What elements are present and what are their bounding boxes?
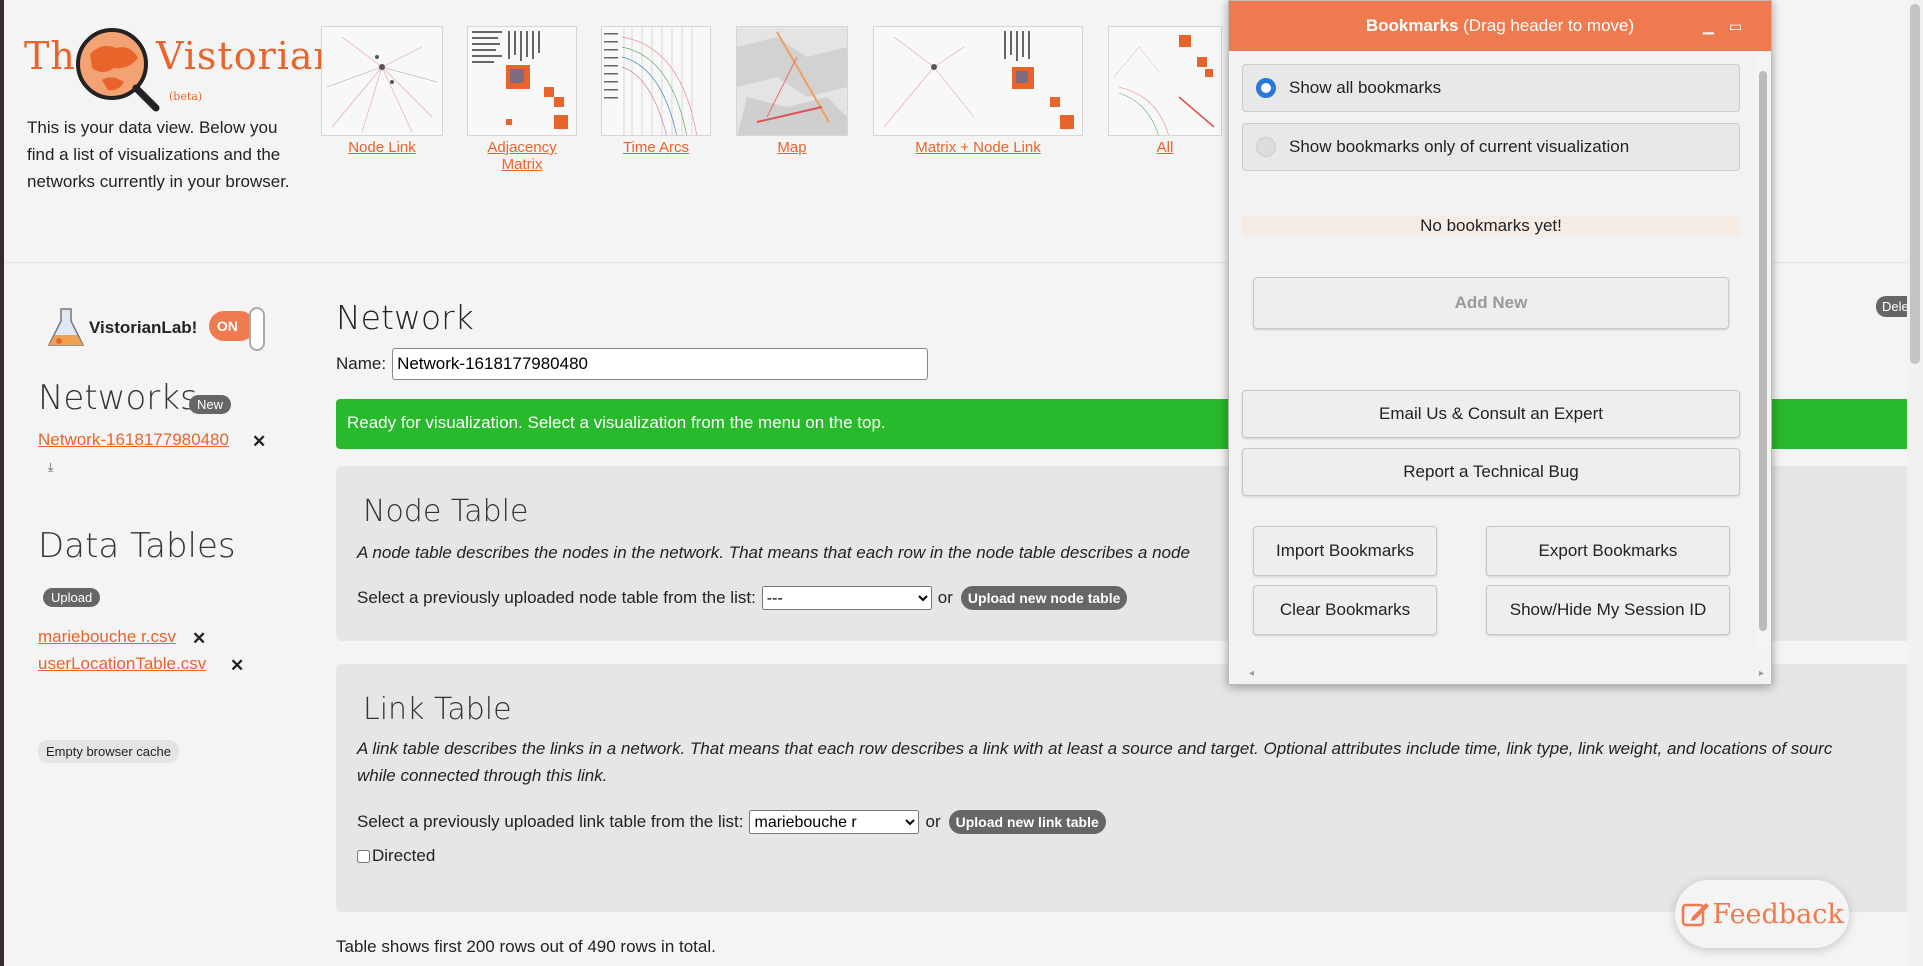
radio-show-all[interactable]: Show all bookmarks [1242,64,1740,112]
map-thumbnail[interactable] [736,26,848,136]
viz-link-map[interactable]: Map [736,139,848,156]
adjacency-matrix-thumbnail[interactable] [467,26,577,136]
bookmarks-vertical-scrollbar[interactable] [1756,55,1770,647]
directed-label: Directed [372,846,436,865]
link-table-title: Link Table [363,692,512,727]
node-table-select-label: Select a previously uploaded node table … [357,588,756,607]
vistorian-lab-label: VistorianLab! [89,318,198,337]
link-table-description: A link table describes the links in a ne… [357,739,1833,758]
or-text: or [937,588,953,607]
import-bookmarks-button[interactable]: Import Bookmarks [1253,526,1437,576]
no-bookmarks-message: No bookmarks yet! [1242,215,1740,237]
scroll-left-icon[interactable]: ◂ [1249,668,1254,679]
window-edge [0,0,4,966]
add-new-bookmark-button[interactable]: Add New [1253,277,1729,329]
bookmarks-title-hint: (Drag header to move) [1458,16,1635,35]
radio-show-current-label: Show bookmarks only of current visualiza… [1289,137,1630,156]
network-name-row: Name: [336,348,929,380]
clear-bookmarks-button[interactable]: Clear Bookmarks [1253,585,1437,635]
feedback-label: Feedback [1712,898,1844,930]
upload-link-table-button[interactable]: Upload new link table [948,810,1106,834]
radio-show-current[interactable]: Show bookmarks only of current visualiza… [1242,123,1740,171]
viz-time-arcs[interactable]: Time Arcs [601,26,711,156]
remove-table-icon[interactable]: ✕ [192,629,206,649]
link-table-select-label: Select a previously uploaded link table … [357,812,744,831]
link-table-panel: Link Table A link table describes the li… [336,664,1923,912]
table-link-mariebouche r[interactable]: mariebouche r.csv [38,627,176,647]
remove-network-icon[interactable]: ✕ [252,432,266,452]
network-name-input[interactable] [392,348,929,380]
upload-table-button[interactable]: Upload [43,588,101,607]
minimize-icon[interactable]: ▁ [1703,1,1714,51]
bookmarks-horizontal-scrollbar[interactable]: ◂ ▸ [1229,665,1764,683]
link-table-select-row: Select a previously uploaded link table … [357,810,1106,834]
viz-link-time-arcs[interactable]: Time Arcs [601,139,711,156]
viz-adjacency-matrix[interactable]: Adjacency Matrix [467,26,577,173]
viz-all[interactable]: All [1108,26,1222,156]
bookmarks-header[interactable]: Bookmarks (Drag header to move) ▁ ▭ [1229,1,1771,51]
node-link-thumbnail[interactable] [321,26,443,136]
beta-label: (beta) [169,90,203,103]
viz-matrix-node-link[interactable]: Matrix + Node Link [873,26,1083,156]
session-id-button[interactable]: Show/Hide My Session ID [1486,585,1730,635]
node-table-description: A node table describes the nodes in the … [357,543,1190,562]
bookmarks-dialog: Bookmarks (Drag header to move) ▁ ▭ Show… [1228,0,1772,685]
flask-icon [47,308,85,346]
directed-checkbox[interactable] [357,849,370,863]
link-table-description-2: while connected through this link. [357,766,608,785]
viz-link-node-link[interactable]: Node Link [321,139,443,156]
page-scrollbar[interactable] [1907,0,1923,966]
viz-node-link[interactable]: Node Link [321,26,443,156]
logo-text-right: Vistorian [156,34,340,78]
node-table-title: Node Table [363,494,529,529]
table-info-text: Table shows first 200 rows out of 490 ro… [336,937,716,956]
upload-node-table-button[interactable]: Upload new node table [960,586,1128,610]
feedback-button[interactable]: Feedback [1675,880,1849,948]
networks-heading: Networks [38,378,198,418]
edit-icon [1682,903,1710,927]
radio-show-all-label: Show all bookmarks [1289,78,1442,97]
download-icon[interactable]: ⤓ [48,460,53,475]
or-text: or [925,812,941,831]
viz-link-all[interactable]: All [1108,139,1222,156]
network-heading: Network [336,298,474,337]
email-expert-button[interactable]: Email Us & Consult an Expert [1242,390,1740,438]
vistorian-logo[interactable]: The Vistorian (beta) [24,22,338,112]
export-bookmarks-button[interactable]: Export Bookmarks [1486,526,1730,576]
time-arcs-thumbnail[interactable] [601,26,711,136]
viz-map[interactable]: Map [736,26,848,156]
matrix-node-link-thumbnail[interactable] [873,26,1083,136]
bookmarks-scroll-thumb[interactable] [1759,71,1767,631]
directed-row: Directed [357,846,435,866]
empty-cache-button[interactable]: Empty browser cache [38,740,179,763]
name-label: Name: [336,354,387,373]
all-thumbnail[interactable] [1108,26,1222,136]
link-table-select[interactable]: mariebouche r [749,810,920,834]
node-table-select[interactable]: --- [761,586,932,610]
page-scroll-thumb[interactable] [1910,4,1920,364]
network-link[interactable]: Network-1618177980480 [38,430,229,450]
viz-link-matrix-node-link[interactable]: Matrix + Node Link [873,139,1083,156]
vistorian-lab-switch[interactable]: ON [209,305,267,351]
scroll-right-icon[interactable]: ▸ [1759,668,1764,679]
radio-selected-indicator[interactable] [1256,78,1276,98]
toggle-knob[interactable] [249,307,266,351]
viz-link-adjacency-matrix[interactable]: Adjacency Matrix [467,139,577,173]
data-tables-heading: Data Tables [38,526,236,566]
radio-unselected-indicator[interactable] [1256,137,1276,157]
remove-table-icon[interactable]: ✕ [230,656,244,676]
intro-text: This is your data view. Below you find a… [27,118,290,191]
node-table-select-row: Select a previously uploaded node table … [357,586,1128,610]
table-link-user-location[interactable]: userLocationTable.csv [38,654,206,674]
new-network-button[interactable]: New [189,395,232,414]
report-bug-button[interactable]: Report a Technical Bug [1242,448,1740,496]
bookmarks-title: Bookmarks [1365,16,1459,35]
vistorian-lab-toggle-row: VistorianLab! ON [47,305,267,351]
magnifier-globe-icon [76,28,160,112]
maximize-icon[interactable]: ▭ [1729,1,1742,51]
